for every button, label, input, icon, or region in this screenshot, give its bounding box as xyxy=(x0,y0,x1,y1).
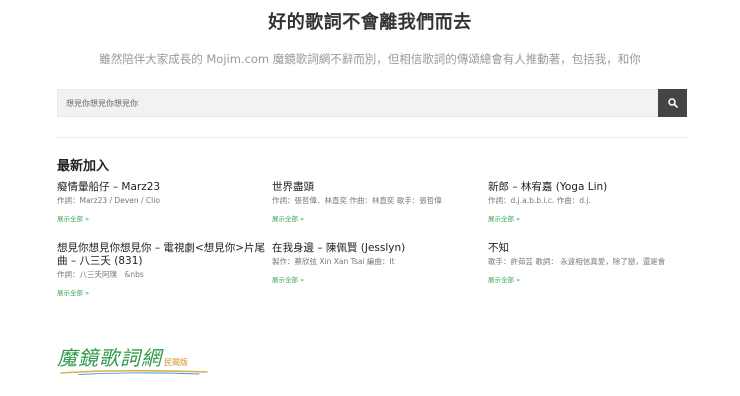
song-title-link[interactable]: 癡情暈船仔 – Marz23 xyxy=(57,181,262,194)
site-logo[interactable]: 魔鏡歌詞網 民間版 xyxy=(57,342,208,375)
song-title-link[interactable]: 不知 xyxy=(488,242,708,255)
page-title: 好的歌詞不會離我們而去 xyxy=(268,12,472,33)
show-more-link[interactable]: 展示全部 » xyxy=(488,213,693,223)
song-entry: 世界盡頭 作詞：張哲偉．林直奕 作曲：林直奕 歌手：張哲偉 展示全部 » xyxy=(272,181,477,223)
song-title-link[interactable]: 在我身邊 – 陳佩賢 (Jesslyn) xyxy=(272,242,477,255)
search-icon xyxy=(667,98,678,108)
latest-heading: 最新加入 xyxy=(57,159,110,174)
song-entry: 不知 歌手：許茹芸 歌詞： 永遠相信真愛，除了戀，還是會 展示全部 » xyxy=(488,242,708,284)
show-more-link[interactable]: 展示全部 » xyxy=(272,213,477,223)
song-meta: 作詞：張哲偉．林直奕 作曲：林直奕 歌手：張哲偉 xyxy=(272,196,442,205)
song-entry: 想見你想見你想見你 – 電視劇<想見你>片尾曲 – 八三夭 (831) 作詞：八… xyxy=(57,242,267,297)
divider xyxy=(57,137,687,138)
song-entry: 新郎 – 林宥嘉 (Yoga Lin) 作詞：d.j.a.b.b.i.c. 作曲… xyxy=(488,181,693,223)
search-button[interactable] xyxy=(658,89,687,117)
show-more-link[interactable]: 展示全部 » xyxy=(57,287,267,297)
logo-subtext: 民間版 xyxy=(164,358,188,367)
search-bar xyxy=(57,89,687,117)
song-title-link[interactable]: 想見你想見你想見你 – 電視劇<想見你>片尾曲 – 八三夭 (831) xyxy=(57,242,267,268)
song-title-link[interactable]: 世界盡頭 xyxy=(272,181,477,194)
song-title-link[interactable]: 新郎 – 林宥嘉 (Yoga Lin) xyxy=(488,181,693,194)
show-more-link[interactable]: 展示全部 » xyxy=(57,213,262,223)
show-more-link[interactable]: 展示全部 » xyxy=(272,274,477,284)
song-entry: 在我身邊 – 陳佩賢 (Jesslyn) 製作：蔡欣弦 Xin Xan Tsai… xyxy=(272,242,477,284)
song-meta: 作詞：Marz23 / Deven / Clio xyxy=(57,196,160,205)
logo-text: 魔鏡歌詞網 xyxy=(57,346,162,370)
search-input[interactable] xyxy=(58,90,658,116)
song-entry: 癡情暈船仔 – Marz23 作詞：Marz23 / Deven / Clio … xyxy=(57,181,262,223)
song-meta: 作詞：d.j.a.b.b.i.c. 作曲：d.j. xyxy=(488,196,591,205)
logo-underline-swoosh xyxy=(60,369,208,375)
song-meta: 製作：蔡欣弦 Xin Xan Tsai 編曲：It xyxy=(272,257,395,266)
song-meta: 作詞：八三夭阿璞 &nbs xyxy=(57,270,144,279)
song-meta: 歌手：許茹芸 歌詞： 永遠相信真愛，除了戀，還是會 xyxy=(488,257,666,266)
show-more-link[interactable]: 展示全部 » xyxy=(488,274,708,284)
page-subtitle: 雖然陪伴大家成長的 Mojim.com 魔鏡歌詞網不辭而別，但相信歌詞的傳頌總會… xyxy=(99,52,641,66)
